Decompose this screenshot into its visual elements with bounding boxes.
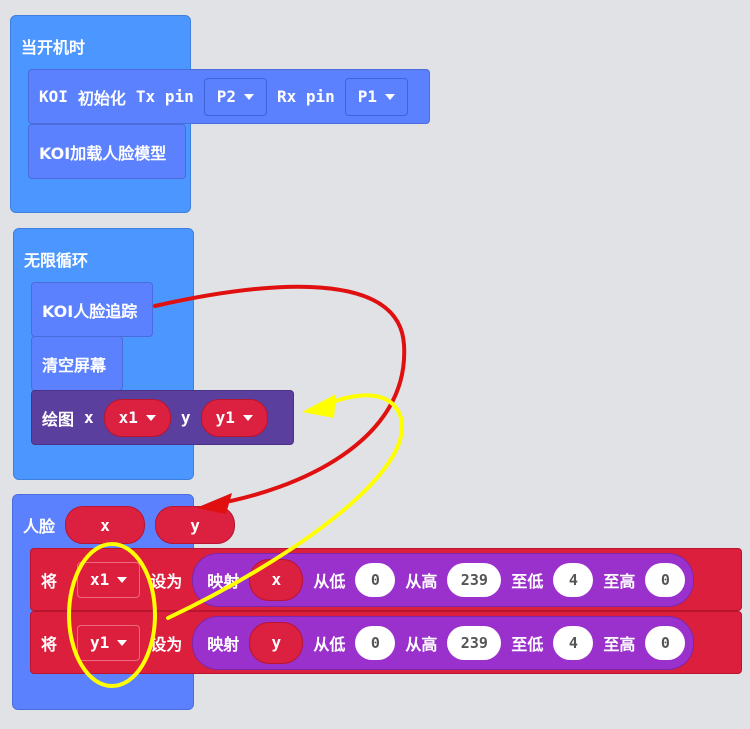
annotation-overlay — [67, 284, 407, 688]
red-arrowhead-icon — [196, 493, 232, 514]
yellow-highlight-ellipse — [67, 542, 157, 688]
yellow-arrowhead-icon — [302, 394, 336, 418]
